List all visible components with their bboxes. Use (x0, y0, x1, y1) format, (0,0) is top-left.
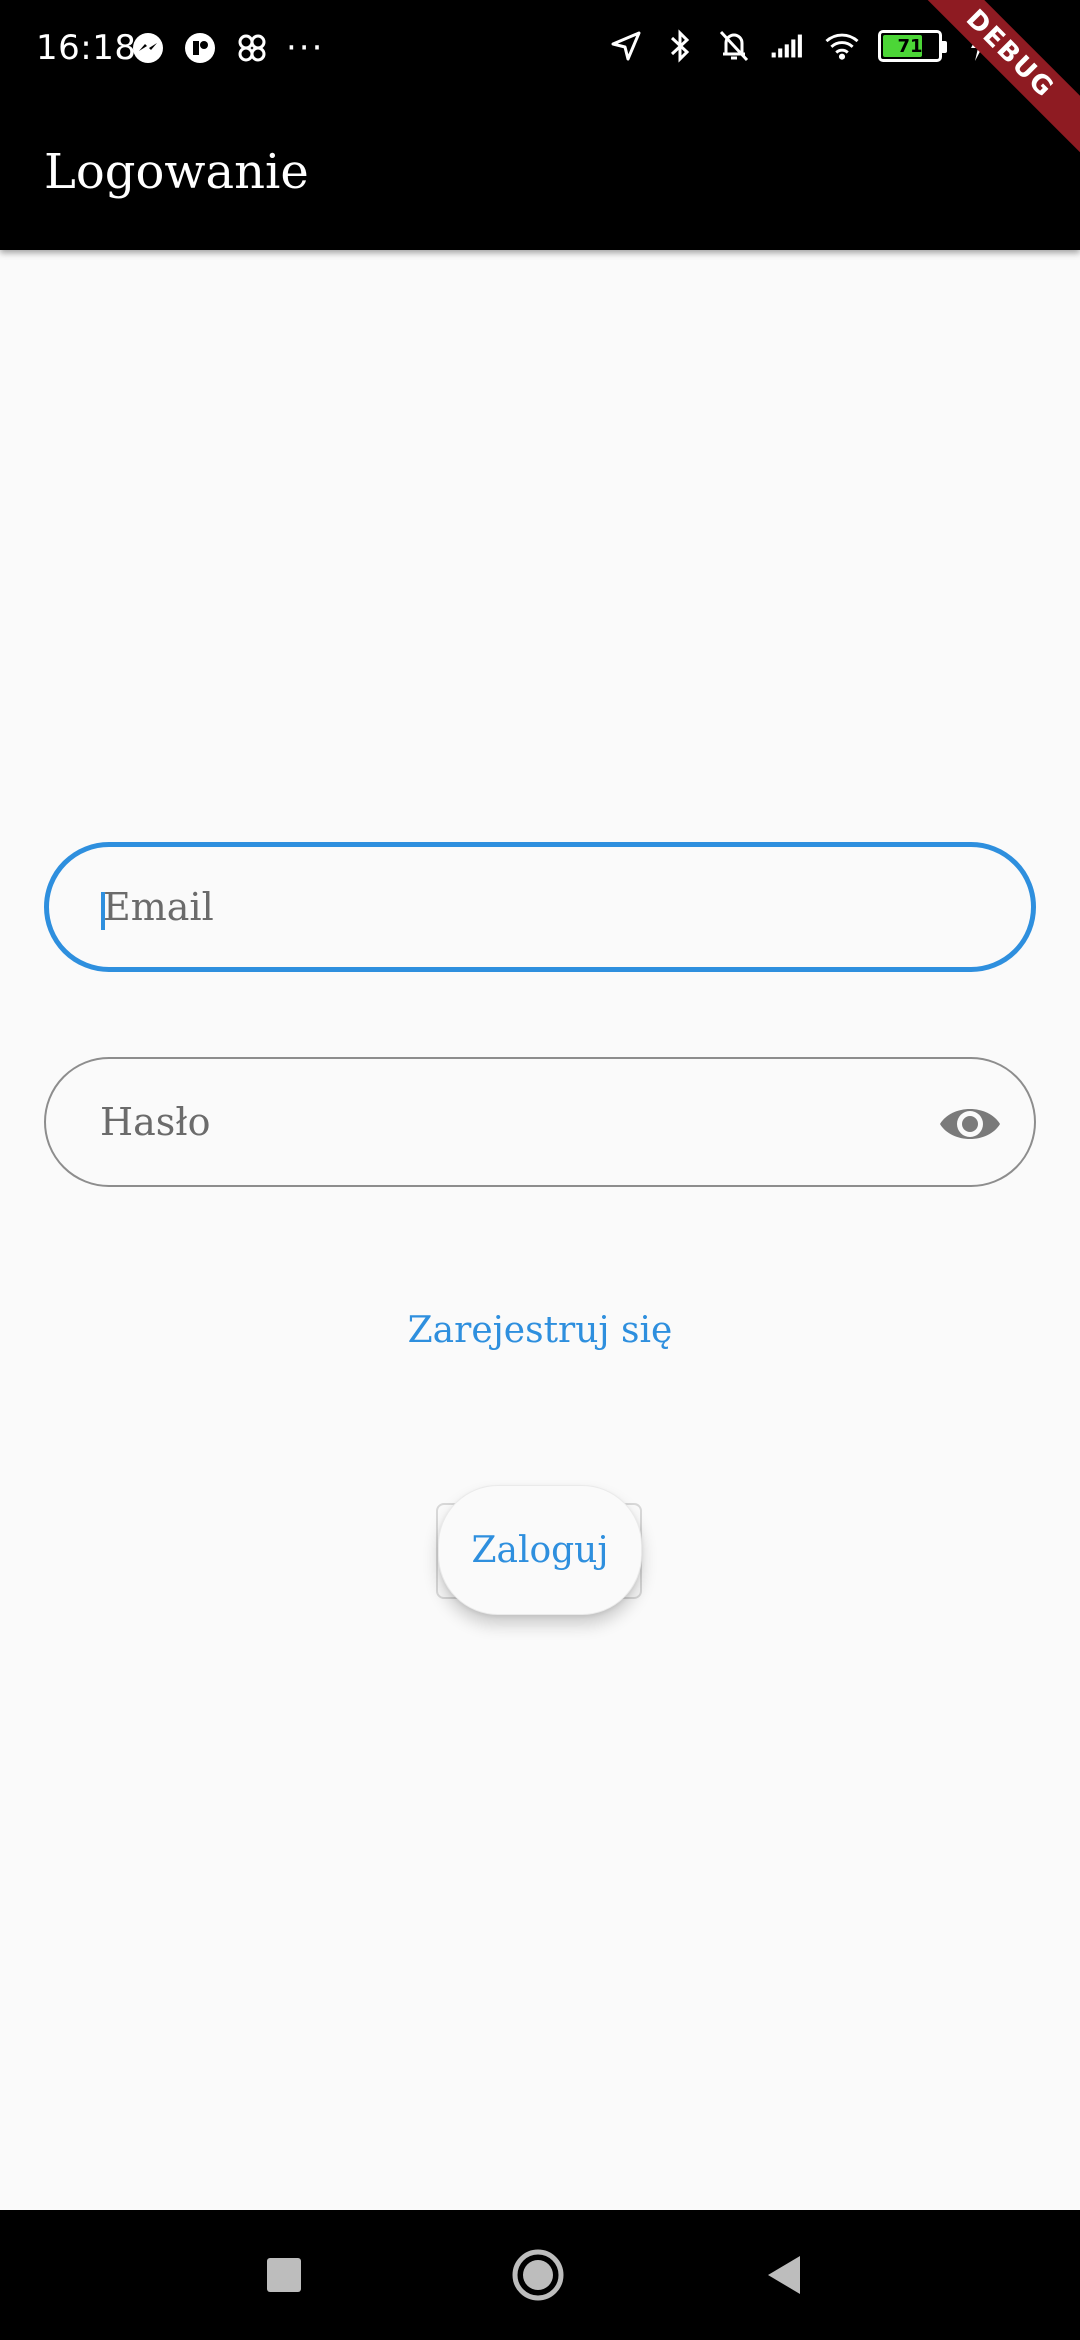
bluetooth-icon (662, 26, 698, 66)
eye-icon[interactable] (938, 1092, 1002, 1156)
battery-icon: 71 (878, 30, 947, 62)
signal-icon (770, 26, 806, 66)
home-circle-icon[interactable] (478, 2210, 598, 2340)
recents-square-icon[interactable] (224, 2210, 344, 2340)
email-field[interactable] (44, 842, 1036, 972)
page-title: Logowanie (44, 144, 309, 200)
email-input[interactable] (103, 847, 903, 967)
battery-level: 71 (897, 35, 923, 57)
register-link[interactable]: Zarejestruj się (0, 1310, 1080, 1351)
bell-muted-icon (716, 26, 752, 66)
navigation-bar (0, 2210, 1080, 2340)
password-field[interactable] (44, 1057, 1036, 1187)
notification-icons: ··· (130, 28, 324, 68)
messenger-icon (130, 28, 166, 68)
back-triangle-icon[interactable] (724, 2210, 844, 2340)
more-notifications-indicator: ··· (286, 28, 325, 68)
app-notification-icon (182, 28, 218, 68)
login-screen: 16:18 ··· 71 Logowanie DEBUG Email Zarej… (0, 0, 1080, 2340)
location-arrow-icon (608, 26, 644, 66)
password-input[interactable] (100, 1059, 900, 1185)
status-time: 16:18 (36, 28, 137, 68)
pinwheel-icon (234, 28, 270, 68)
status-bar: 16:18 ··· 71 (0, 0, 1080, 98)
login-button[interactable]: Zaloguj (438, 1485, 642, 1615)
wifi-icon (824, 26, 860, 66)
system-status-icons: 71 (608, 26, 996, 66)
app-bar: Logowanie (0, 98, 1080, 250)
